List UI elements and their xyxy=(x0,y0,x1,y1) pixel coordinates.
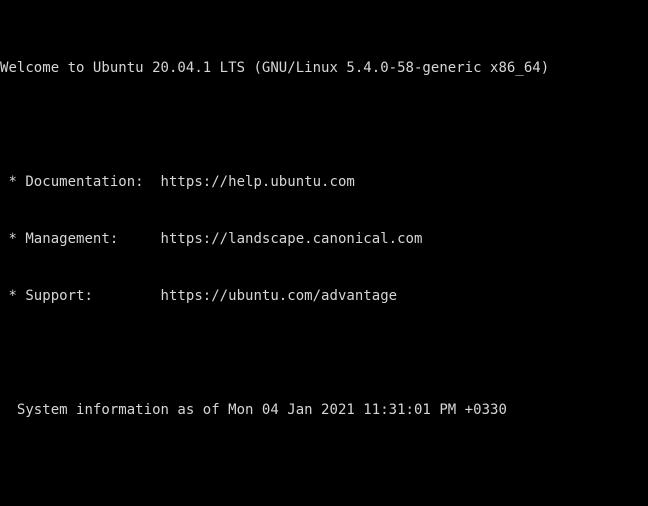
motd-management-line: * Management: https://landscape.canonica… xyxy=(0,231,423,247)
system-information-header: System information as of Mon 04 Jan 2021… xyxy=(0,402,507,418)
motd-documentation-line: * Documentation: https://help.ubuntu.com xyxy=(0,174,355,190)
motd-welcome-line: Welcome to Ubuntu 20.04.1 LTS (GNU/Linux… xyxy=(0,60,550,76)
motd-support-line: * Support: https://ubuntu.com/advantage xyxy=(0,288,398,304)
terminal-window[interactable]: Welcome to Ubuntu 20.04.1 LTS (GNU/Linux… xyxy=(0,0,648,506)
terminal-screen: Welcome to Ubuntu 20.04.1 LTS (GNU/Linux… xyxy=(0,0,600,506)
